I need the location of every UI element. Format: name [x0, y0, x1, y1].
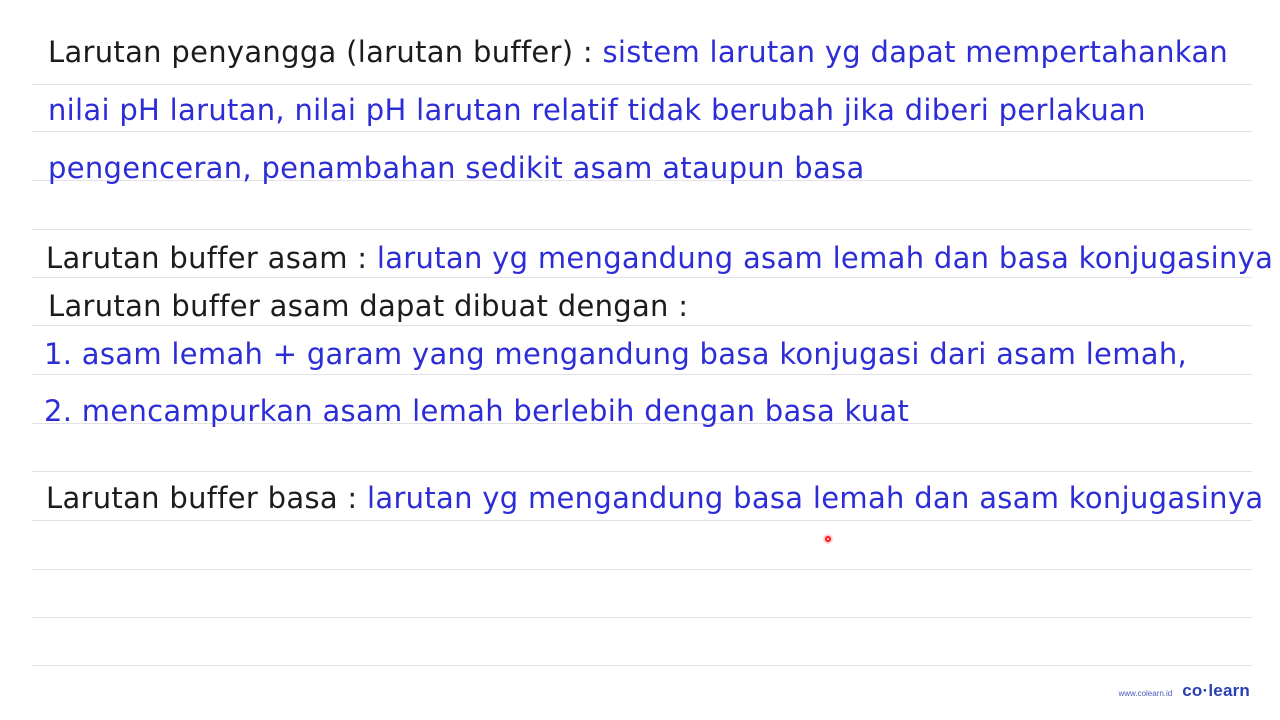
note-text: larutan yg mengandung basa lemah dan asa…	[357, 481, 1264, 515]
footer-url: www.colearn.id	[1118, 689, 1173, 698]
note-line-method-1: 1. asam lemah + garam yang mengandung ba…	[44, 334, 1187, 374]
note-line-base-buffer: Larutan buffer basa : larutan yg mengand…	[46, 478, 1263, 518]
ruled-line	[32, 617, 1252, 618]
ruled-line	[32, 569, 1252, 570]
ruled-line	[32, 84, 1252, 85]
note-line-definition-cont-1: nilai pH larutan, nilai pH larutan relat…	[48, 90, 1146, 130]
ruled-line	[32, 131, 1252, 132]
note-label: Larutan buffer asam dapat dibuat dengan …	[48, 289, 689, 323]
note-label: Larutan penyangga (larutan buffer) :	[48, 35, 593, 69]
note-line-buffer-definition: Larutan penyangga (larutan buffer) : sis…	[48, 32, 1228, 72]
note-text: sistem larutan yg dapat mempertahankan	[592, 35, 1229, 69]
note-text: 2. mencampurkan asam lemah berlebih deng…	[44, 394, 910, 428]
note-label: Larutan buffer basa :	[46, 481, 358, 515]
pointer-dot	[823, 534, 833, 544]
ruled-line	[32, 665, 1252, 666]
note-text: pengenceran, penambahan sedikit asam ata…	[48, 151, 865, 185]
note-text: 1. asam lemah + garam yang mengandung ba…	[44, 337, 1188, 371]
note-text: nilai pH larutan, nilai pH larutan relat…	[48, 93, 1146, 127]
note-line-definition-cont-2: pengenceran, penambahan sedikit asam ata…	[48, 148, 865, 188]
ruled-line	[32, 374, 1252, 375]
colearn-logo: co·learn	[1182, 681, 1250, 700]
note-line-acid-buffer-methods: Larutan buffer asam dapat dibuat dengan …	[48, 286, 688, 326]
note-line-acid-buffer: Larutan buffer asam : larutan yg mengand…	[46, 238, 1273, 278]
note-line-method-2: 2. mencampurkan asam lemah berlebih deng…	[44, 391, 909, 431]
ruled-line	[32, 229, 1252, 230]
ruled-line	[32, 471, 1252, 472]
ruled-line	[32, 520, 1252, 521]
note-label: Larutan buffer asam :	[46, 241, 368, 275]
note-text: larutan yg mengandung asam lemah dan bas…	[367, 241, 1274, 275]
footer-branding: www.colearn.id co·learn	[1118, 681, 1250, 701]
